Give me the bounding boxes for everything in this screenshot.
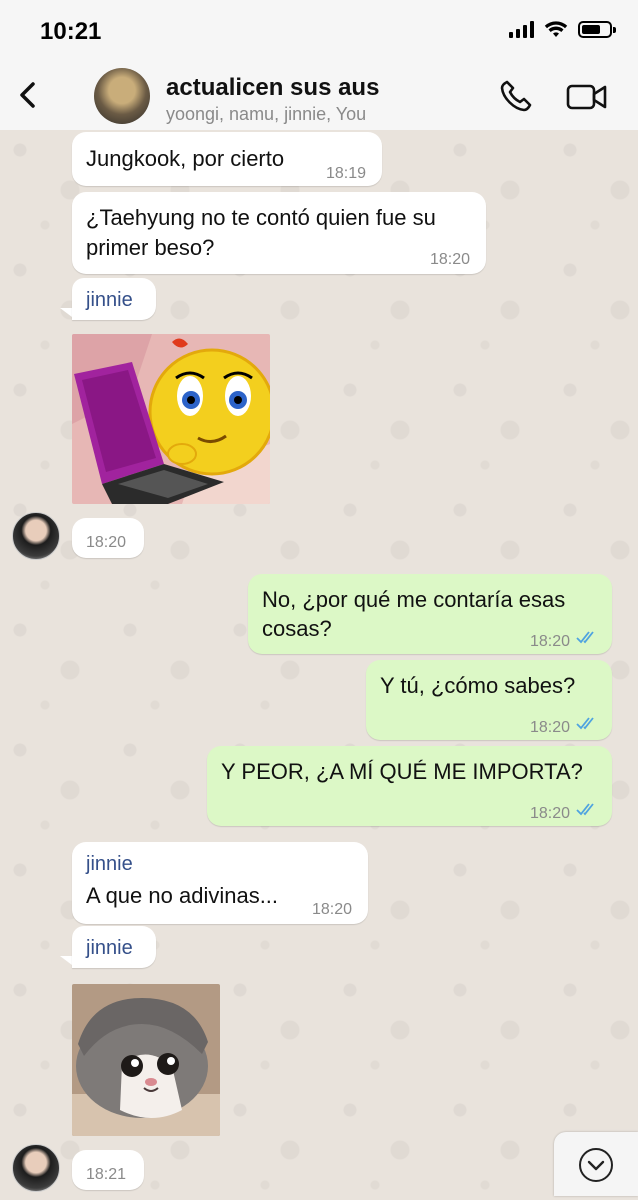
scroll-to-bottom-button[interactable] xyxy=(554,1132,638,1196)
message-text: Y tú, ¿cómo sabes? xyxy=(380,673,576,698)
message-text: A que no adivinas... xyxy=(86,883,279,908)
message-text-line1: ¿Taehyung no te contó quien fue su xyxy=(86,205,436,230)
message-time: 18:19 xyxy=(325,165,366,182)
message-time: 18:20 xyxy=(529,805,570,822)
battery-fill xyxy=(582,24,601,34)
message-time: 18:20 xyxy=(529,719,570,736)
read-receipt-icon xyxy=(576,803,594,816)
sender-name: jinnie xyxy=(86,289,133,311)
read-receipt-icon xyxy=(576,631,594,644)
cat-sticker[interactable] xyxy=(72,984,220,1136)
message-text-line2: cosas? xyxy=(262,616,332,641)
sender-name: jinnie xyxy=(86,937,133,959)
status-icons xyxy=(509,20,616,38)
phone-icon[interactable] xyxy=(498,78,534,114)
message-time: 18:21 xyxy=(86,1166,127,1183)
sticker-time-bubble: 18:20 xyxy=(72,518,144,558)
back-chevron-icon[interactable] xyxy=(14,80,44,110)
incoming-message[interactable]: ¿Taehyung no te contó quien fue su prime… xyxy=(72,192,486,274)
incoming-message[interactable]: jinnie A que no adivinas... 18:20 xyxy=(72,842,368,924)
read-receipt-icon xyxy=(576,717,594,730)
sender-label-bubble[interactable]: jinnie xyxy=(72,278,156,320)
group-title[interactable]: actualicen sus aus xyxy=(166,74,379,102)
message-time: 18:20 xyxy=(429,251,470,268)
sender-avatar[interactable] xyxy=(12,512,60,560)
outgoing-message[interactable]: No, ¿por qué me contaría esas cosas? 18:… xyxy=(248,574,612,654)
outgoing-message[interactable]: Y tú, ¿cómo sabes? 18:20 xyxy=(366,660,612,740)
message-time: 18:20 xyxy=(311,901,352,918)
group-members[interactable]: yoongi, namu, jinnie, You xyxy=(166,104,366,125)
video-camera-icon[interactable] xyxy=(566,82,608,112)
sender-avatar[interactable] xyxy=(12,1144,60,1192)
message-text-line2: primer beso? xyxy=(86,235,215,260)
sender-name: jinnie xyxy=(86,853,133,875)
cellular-signal-icon xyxy=(509,20,534,38)
message-text-line1: No, ¿por qué me contaría esas xyxy=(262,587,566,612)
incoming-message[interactable]: Jungkook, por cierto 18:19 xyxy=(72,132,382,186)
wifi-icon xyxy=(544,21,568,37)
message-text: Y PEOR, ¿A MÍ QUÉ ME IMPORTA? xyxy=(221,759,583,784)
message-time: 18:20 xyxy=(529,633,570,650)
sender-label-bubble[interactable]: jinnie xyxy=(72,926,156,968)
chat-header: actualicen sus aus yoongi, namu, jinnie,… xyxy=(0,60,638,131)
status-time: 10:21 xyxy=(40,18,102,45)
message-text: Jungkook, por cierto xyxy=(86,146,285,171)
chevron-down-icon xyxy=(579,1148,613,1182)
battery-icon xyxy=(578,20,616,38)
smiley-laptop-sticker[interactable] xyxy=(72,334,270,504)
group-avatar[interactable] xyxy=(94,68,150,124)
message-time: 18:20 xyxy=(86,534,127,551)
outgoing-message[interactable]: Y PEOR, ¿A MÍ QUÉ ME IMPORTA? 18:20 xyxy=(207,746,612,826)
status-bar: 10:21 xyxy=(0,0,638,60)
sticker-time-bubble: 18:21 xyxy=(72,1150,144,1190)
